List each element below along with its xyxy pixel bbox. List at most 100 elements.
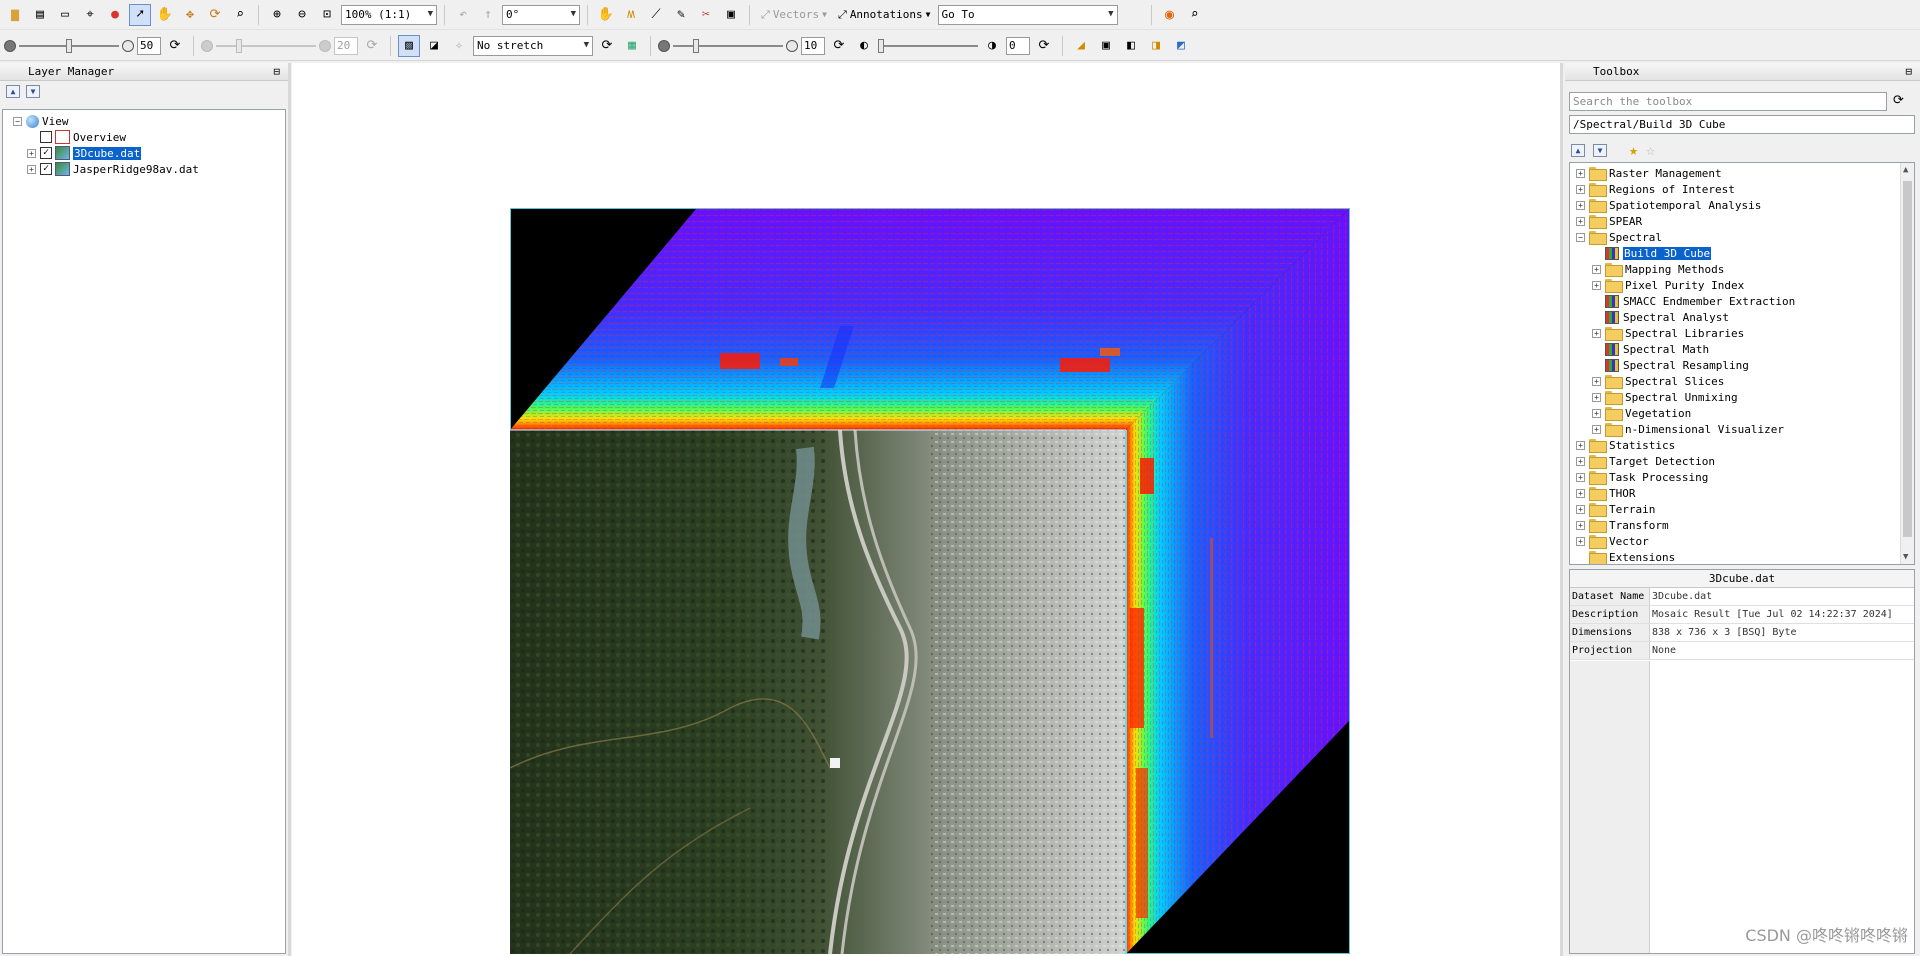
brightness-value-field[interactable]: 50 [137, 36, 161, 55]
pan-hand-icon[interactable]: ✋ [154, 4, 176, 26]
toolbox-folder-item[interactable]: + Spectral Slices [1570, 373, 1914, 389]
layer-visibility-checkbox[interactable]: ✓ [40, 147, 52, 159]
sharpen-slider-thumb[interactable] [693, 38, 699, 53]
toolbox-folder-item[interactable]: + SPEAR [1570, 213, 1914, 229]
sharpen-slider[interactable] [673, 36, 783, 56]
collapse-all-icon[interactable]: ▲ [1571, 143, 1585, 157]
image-icon[interactable]: ▣ [1095, 35, 1117, 57]
expand-toggle-icon[interactable]: + [1576, 200, 1585, 210]
toolbox-folder-item[interactable]: + Mapping Methods [1570, 261, 1914, 277]
color-table-icon[interactable]: ▦ [621, 35, 643, 57]
rotate-left-icon[interactable]: ↶ [452, 4, 474, 26]
toolbox-folder-item[interactable]: + Task Processing [1570, 469, 1914, 485]
contrast-slider-thumb[interactable] [236, 38, 242, 53]
collapse-all-icon[interactable]: ▲ [6, 84, 20, 98]
rotate-icon[interactable]: ⟳ [204, 4, 226, 26]
toolbox-folder-item[interactable]: − Spectral [1570, 229, 1914, 245]
transparency-slider[interactable] [878, 36, 978, 56]
layer-visibility-checkbox[interactable] [40, 131, 52, 143]
toolbox-folder-item[interactable]: + Pixel Purity Index [1570, 277, 1914, 293]
add-favorite-icon[interactable]: ★ [1629, 141, 1638, 159]
expand-all-icon[interactable]: ▼ [26, 84, 40, 98]
toolbox-scrollbar[interactable]: ▲ ▼ [1900, 163, 1914, 564]
right-splitter[interactable] [1560, 63, 1563, 956]
sharpen-value-field[interactable]: 10 [801, 36, 825, 55]
left-splitter[interactable] [288, 63, 291, 956]
toolbox-tool-item[interactable]: Spectral Math [1570, 341, 1914, 357]
layer-visibility-checkbox[interactable]: ✓ [40, 163, 52, 175]
expand-toggle-icon[interactable]: + [1592, 424, 1601, 434]
toolbox-folder-item[interactable]: Extensions [1570, 549, 1914, 564]
remove-favorite-icon[interactable]: ☆ [1646, 141, 1655, 159]
reset-contrast-icon[interactable]: ⟳ [361, 35, 383, 57]
arcgis-icon[interactable]: ◉ [1159, 4, 1181, 26]
expand-toggle-icon[interactable]: + [1592, 408, 1601, 418]
scroll-up-icon[interactable]: ▲ [1903, 165, 1908, 175]
toolbox-search-input[interactable]: Search the toolbox [1569, 92, 1887, 111]
expand-toggle-icon[interactable]: + [1592, 264, 1601, 274]
toolbox-folder-item[interactable]: + Spatiotemporal Analysis [1570, 197, 1914, 213]
scroll-down-icon[interactable]: ▼ [1903, 552, 1908, 562]
toolbox-folder-item[interactable]: + Spectral Unmixing [1570, 389, 1914, 405]
collapse-toggle-icon[interactable]: − [13, 116, 22, 126]
contrast-slider[interactable] [216, 36, 316, 56]
refresh-icon[interactable]: ⟳ [1893, 93, 1904, 108]
toolbox-folder-item[interactable]: + Regions of Interest [1570, 181, 1914, 197]
dock-pin-icon[interactable]: ⊟ [1905, 65, 1912, 78]
expand-toggle-icon[interactable]: + [1576, 520, 1585, 530]
search-icon[interactable]: ⌕ [1184, 4, 1206, 26]
spectral-profile-icon[interactable]: ʍ [620, 4, 642, 26]
transparency-value-field[interactable]: 0 [1006, 36, 1030, 55]
toolbox-tool-item[interactable]: Spectral Resampling [1570, 357, 1914, 373]
roi-stretch-icon[interactable]: ◪ [423, 35, 445, 57]
zoom-fit-icon[interactable]: ⊡ [316, 4, 338, 26]
expand-toggle-icon[interactable]: + [1592, 392, 1601, 402]
toolbox-folder-item[interactable]: + Statistics [1570, 437, 1914, 453]
layer-row-3dcube[interactable]: + ✓ 3Dcube.dat [3, 145, 285, 161]
brightness-slider-thumb[interactable] [66, 38, 72, 53]
zoom-icon[interactable]: ⌕ [229, 4, 251, 26]
crosshair-icon[interactable]: ⌖ [79, 4, 101, 26]
expand-all-icon[interactable]: ▼ [1593, 143, 1607, 157]
toolbox-tool-item[interactable]: Build 3D Cube [1570, 245, 1914, 261]
collapse-toggle-icon[interactable]: − [1576, 232, 1585, 242]
view-swipe-icon[interactable]: ◩ [1170, 35, 1192, 57]
fly-icon[interactable]: ✥ [179, 4, 201, 26]
refresh-stretch-icon[interactable]: ⟳ [596, 35, 618, 57]
contrast-value-field[interactable]: 20 [334, 36, 358, 55]
toolbox-folder-item[interactable]: + Vector [1570, 533, 1914, 549]
vectors-menu-button[interactable]: ⤢ Vectors ▼ [757, 8, 831, 22]
layer-row-view[interactable]: − View [3, 113, 285, 129]
measure-icon[interactable]: ⟋ [645, 4, 667, 26]
toolbox-folder-item[interactable]: + Spectral Libraries [1570, 325, 1914, 341]
toolbox-folder-item[interactable]: + Target Detection [1570, 453, 1914, 469]
pin-icon[interactable]: ● [104, 4, 126, 26]
display-icon[interactable]: ▭ [54, 4, 76, 26]
toolbox-folder-item[interactable]: + THOR [1570, 485, 1914, 501]
roi-icon[interactable]: ✂ [695, 4, 717, 26]
toolbox-folder-item[interactable]: + Terrain [1570, 501, 1914, 517]
toolbox-folder-item[interactable]: + Vegetation [1570, 405, 1914, 421]
expand-toggle-icon[interactable]: + [1592, 376, 1601, 386]
transparency-slider-thumb[interactable] [878, 38, 884, 53]
dock-pin-icon[interactable]: ⊟ [273, 65, 280, 78]
crosshair-edit-icon[interactable]: ✎ [670, 4, 692, 26]
toolbox-folder-item[interactable]: + Transform [1570, 517, 1914, 533]
rotate-north-icon[interactable]: ↑ [477, 4, 499, 26]
expand-toggle-icon[interactable]: + [1576, 536, 1585, 546]
zoom-in-icon[interactable]: ⊕ [266, 4, 288, 26]
toolbox-folder-item[interactable]: + n-Dimensional Visualizer [1570, 421, 1914, 437]
expand-toggle-icon[interactable]: + [1576, 488, 1585, 498]
cursor-value-icon[interactable]: ✋ [595, 4, 617, 26]
layer-row-jasperridge[interactable]: + ✓ JasperRidge98av.dat [3, 161, 285, 177]
image-view[interactable] [292, 63, 1560, 956]
toolbox-tool-item[interactable]: Spectral Analyst [1570, 309, 1914, 325]
expand-toggle-icon[interactable]: + [1576, 504, 1585, 514]
expand-toggle-icon[interactable]: + [1576, 472, 1585, 482]
view-blend-icon[interactable]: ◧ [1120, 35, 1142, 57]
hyperspectral-cube-image[interactable] [510, 208, 1350, 954]
toolbox-tool-item[interactable]: SMACC Endmember Extraction [1570, 293, 1914, 309]
scrollbar-thumb[interactable] [1903, 181, 1912, 537]
brightness-slider[interactable] [19, 36, 119, 56]
annotations-menu-button[interactable]: ⤢ Annotations ▼ [834, 8, 935, 22]
